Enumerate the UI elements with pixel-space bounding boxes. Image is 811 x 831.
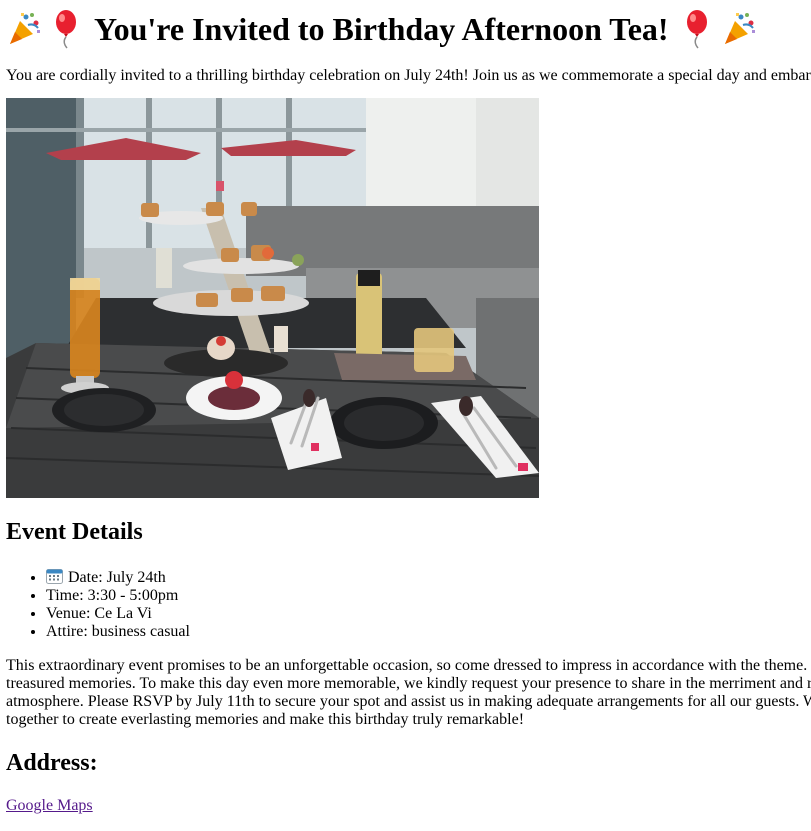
calendar-icon [46,568,64,584]
invitation-body: This extraordinary event promises to be … [6,657,811,729]
page-title-text: You're Invited to Birthday Afternoon Tea… [94,11,669,47]
intro-text: You are cordially invited to a thrilling… [6,67,811,84]
party-popper-icon [6,11,42,47]
event-date: Date: July 24th [68,569,166,586]
body-line: treasured memories. To make this day eve… [6,675,811,692]
google-maps-link[interactable]: Google Maps [6,797,93,815]
body-line: together to create everlasting memories … [6,711,525,728]
list-item: Venue: Ce La Vi [46,605,811,623]
balloon-icon [52,9,80,49]
event-details-list: Date: July 24th Time: 3:30 - 5:00pm Venu… [6,568,811,641]
page-title: You're Invited to Birthday Afternoon Tea… [6,0,811,50]
invitation-page: You're Invited to Birthday Afternoon Tea… [0,0,811,815]
list-item: Time: 3:30 - 5:00pm [46,587,811,605]
event-venue: Venue: Ce La Vi [46,605,152,622]
list-item: Attire: business casual [46,623,811,641]
list-item: Date: July 24th [46,568,811,587]
event-time: Time: 3:30 - 5:00pm [46,587,179,604]
body-line: atmosphere. Please RSVP by July 11th to … [6,693,811,710]
afternoon-tea-photo [6,98,539,498]
balloon-icon [683,9,711,49]
address-heading: Address: [6,750,98,776]
event-attire: Attire: business casual [46,623,190,640]
event-details-heading: Event Details [6,519,143,545]
body-line: This extraordinary event promises to be … [6,657,808,674]
party-popper-icon [721,11,757,47]
